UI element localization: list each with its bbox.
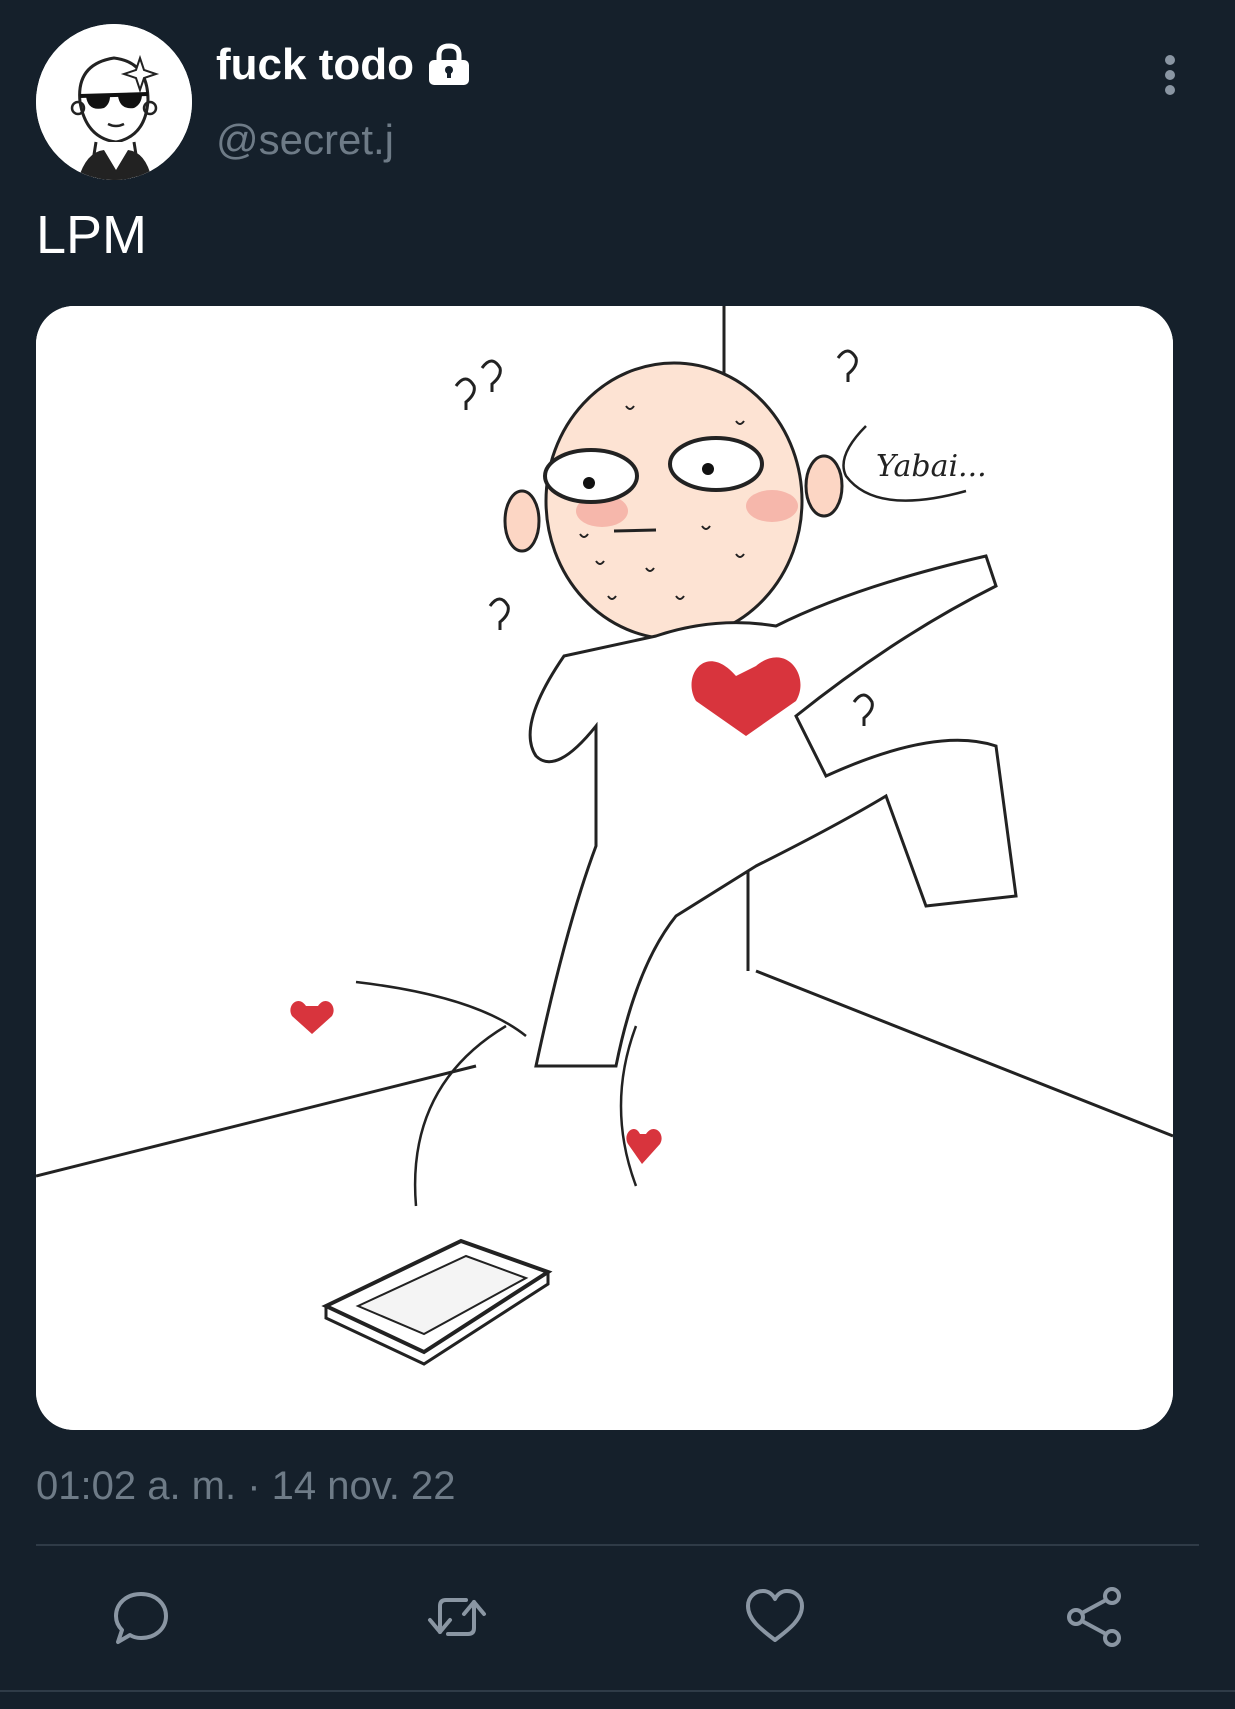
action-bar	[0, 1580, 1235, 1654]
share-icon	[1067, 1587, 1121, 1647]
display-name[interactable]: fuck todo	[216, 40, 472, 90]
avatar-image	[36, 24, 192, 180]
tweet-text: LPM	[36, 205, 148, 265]
handle[interactable]: @secret.j	[216, 116, 394, 164]
reply-icon	[114, 1592, 168, 1644]
lock-icon	[426, 43, 472, 87]
divider	[36, 1544, 1199, 1546]
reply-button[interactable]	[104, 1580, 178, 1654]
more-options-icon[interactable]	[1150, 50, 1190, 100]
tweet-image[interactable]: Yabai...	[36, 306, 1173, 1430]
like-button[interactable]	[738, 1580, 812, 1654]
like-icon	[746, 1589, 804, 1642]
bottom-divider	[0, 1690, 1235, 1692]
display-name-text: fuck todo	[216, 40, 414, 89]
timestamp[interactable]: 01:02 a. m. · 14 nov. 22	[36, 1464, 456, 1509]
avatar[interactable]	[36, 24, 192, 180]
image-caption: Yabai...	[876, 449, 987, 484]
share-button[interactable]	[1058, 1580, 1132, 1654]
tweet-detail: fuck todo @secret.j LPM Yabai... 01:02 a…	[0, 0, 1235, 1709]
retweet-icon	[428, 1598, 486, 1636]
cartoon-illustration: Yabai...	[36, 306, 1173, 1430]
retweet-button[interactable]	[420, 1580, 494, 1654]
